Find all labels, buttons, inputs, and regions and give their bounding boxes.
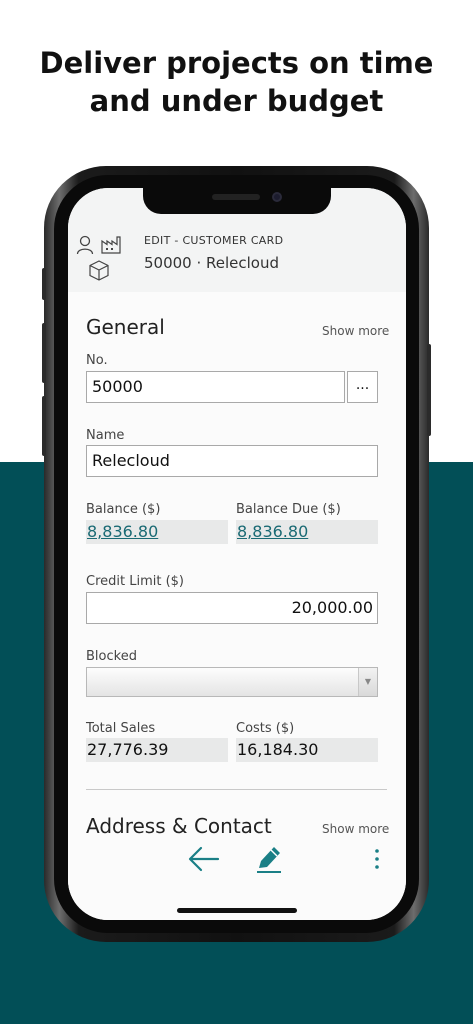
box-icon (89, 260, 109, 281)
section-title-general: General (86, 315, 165, 339)
balance-due-label: Balance Due ($) (236, 502, 341, 517)
factory-icon (101, 236, 121, 254)
no-label: No. (86, 353, 108, 368)
home-indicator[interactable] (177, 908, 297, 913)
general-show-more-link[interactable]: Show more (322, 324, 389, 338)
no-field[interactable]: 50000 (86, 371, 345, 403)
record-title: 50000 · Relecloud (144, 254, 280, 272)
address-show-more-link[interactable]: Show more (322, 822, 389, 836)
credit-limit-field[interactable]: 20,000.00 (86, 592, 378, 624)
no-lookup-button[interactable]: ... (347, 371, 378, 403)
name-label: Name (86, 428, 125, 443)
phone-volume-down (42, 396, 46, 456)
credit-limit-label: Credit Limit ($) (86, 574, 185, 589)
phone-volume-up (42, 323, 46, 383)
costs-value: 16,184.30 (236, 738, 378, 762)
promo-headline-line2: and under budget (89, 84, 384, 118)
bottom-action-bar (68, 836, 406, 880)
phone-speaker (212, 194, 260, 200)
name-field[interactable]: Relecloud (86, 445, 378, 477)
section-title-address-contact: Address & Contact (86, 814, 272, 838)
app-screen: EDIT - CUSTOMER CARD 50000 · Relecloud G… (68, 188, 406, 920)
balance-value-link[interactable]: 8,836.80 (86, 520, 228, 544)
back-arrow-icon[interactable] (188, 846, 220, 876)
edit-pencil-icon[interactable] (255, 844, 283, 878)
balance-due-value-link[interactable]: 8,836.80 (236, 520, 378, 544)
phone-mute-switch (42, 268, 46, 300)
phone-power-button (427, 344, 431, 436)
page-caption: EDIT - CUSTOMER CARD (144, 234, 284, 247)
costs-label: Costs ($) (236, 721, 295, 736)
person-icon (76, 235, 94, 255)
customer-card-content: General Show more No. 50000 ... Name Rel… (68, 292, 406, 920)
total-sales-value: 27,776.39 (86, 738, 228, 762)
more-vertical-icon[interactable] (374, 848, 380, 874)
balance-label: Balance ($) (86, 502, 161, 517)
camera-icon (272, 192, 282, 202)
promo-headline: Deliver projects on time and under budge… (0, 44, 473, 120)
blocked-dropdown[interactable]: ▼ (86, 667, 378, 697)
promo-headline-line1: Deliver projects on time (39, 46, 434, 80)
blocked-label: Blocked (86, 649, 137, 664)
section-divider (86, 789, 387, 790)
chevron-down-icon[interactable]: ▼ (358, 668, 377, 696)
total-sales-label: Total Sales (86, 721, 156, 736)
